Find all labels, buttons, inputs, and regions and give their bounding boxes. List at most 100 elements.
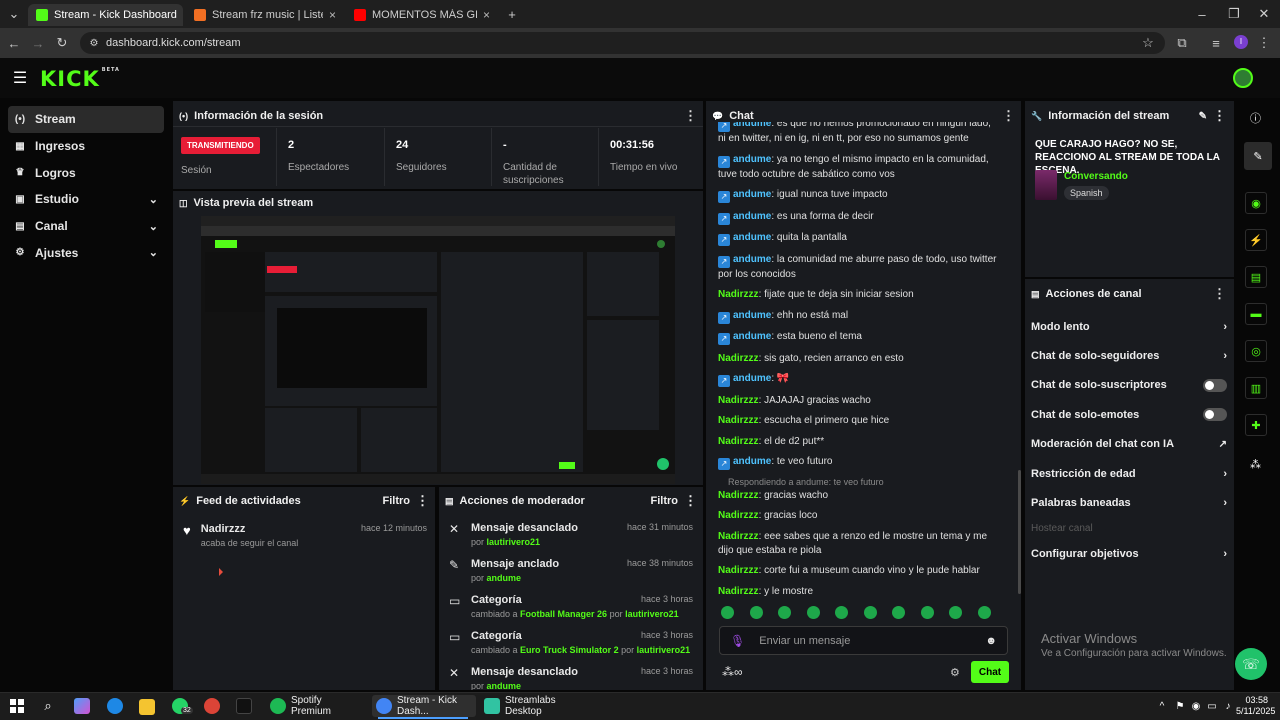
- emoji-picker-icon[interactable]: ☻: [985, 635, 997, 647]
- chat-username[interactable]: andume: [733, 154, 771, 165]
- chat-username[interactable]: Nadirzzz: [718, 510, 759, 521]
- tray-app-icon[interactable]: ⚑: [1172, 698, 1188, 714]
- emote-icon[interactable]: [721, 606, 734, 619]
- chat-username[interactable]: andume: [733, 310, 771, 321]
- copilot-icon[interactable]: [74, 698, 90, 714]
- emote-icon[interactable]: [778, 606, 791, 619]
- chat-bubble-icon[interactable]: ▬: [1245, 303, 1267, 325]
- chat-username[interactable]: andume: [733, 122, 771, 129]
- stream-preview-video[interactable]: [201, 216, 675, 484]
- reload-icon[interactable]: ↻: [54, 35, 70, 51]
- taskbar-chrome-kick[interactable]: Stream - Kick Dash...: [372, 695, 476, 717]
- chat-username[interactable]: Nadirzzz: [718, 490, 759, 501]
- site-info-icon[interactable]: ⚙: [86, 35, 102, 51]
- kick-logo[interactable]: KICK BETA: [40, 67, 120, 91]
- emote-icon[interactable]: [949, 606, 962, 619]
- chat-scrollbar[interactable]: [1018, 470, 1021, 594]
- action-age-restriction[interactable]: Restricción de edad ›: [1031, 459, 1227, 488]
- document-icon[interactable]: ▤: [1245, 266, 1267, 288]
- file-explorer-icon[interactable]: [139, 699, 155, 715]
- emotes-only-toggle[interactable]: [1203, 408, 1227, 422]
- url-input[interactable]: dashboard.kick.com/stream: [80, 32, 1165, 54]
- action-followers-only[interactable]: Chat de solo-seguidores ›: [1031, 341, 1227, 370]
- sidebar-item-estudio[interactable]: ▣ Estudio ⌄: [8, 186, 164, 213]
- media-control-icon[interactable]: ≡: [1208, 35, 1224, 51]
- chat-username[interactable]: andume: [733, 373, 771, 384]
- sidebar-item-canal[interactable]: ▤ Canal ⌄: [8, 213, 164, 240]
- volume-icon[interactable]: ♪: [1220, 698, 1236, 714]
- maximize-icon[interactable]: ❐: [1226, 6, 1242, 22]
- emote-icon[interactable]: [977, 606, 991, 619]
- tiktok-icon[interactable]: [236, 698, 252, 714]
- edge-icon[interactable]: [107, 698, 123, 714]
- new-tab-icon[interactable]: +: [504, 6, 520, 22]
- windows-start-icon[interactable]: [10, 699, 24, 713]
- sidebar-item-stream[interactable]: (•) Stream: [8, 106, 164, 133]
- user-avatar[interactable]: [1233, 68, 1253, 88]
- emote-icon[interactable]: [863, 606, 877, 619]
- send-chat-button[interactable]: Chat: [971, 661, 1009, 683]
- layout-icon[interactable]: ▥: [1245, 377, 1267, 399]
- extensions-icon[interactable]: ⧉: [1174, 35, 1190, 51]
- hamburger-menu-icon[interactable]: ☰: [12, 70, 28, 87]
- chat-username[interactable]: Nadirzzz: [718, 565, 759, 576]
- chat-input[interactable]: 🎙 Enviar un mensaje ☻: [719, 626, 1008, 655]
- sidebar-item-logros[interactable]: ♛ Logros: [8, 159, 164, 186]
- chat-settings-icon[interactable]: ⚙: [950, 666, 960, 679]
- taskbar-spotify[interactable]: Spotify Premium: [266, 695, 364, 717]
- sidebar-item-ingresos[interactable]: ▦ Ingresos: [8, 133, 164, 160]
- feed-filter-button[interactable]: Filtro: [383, 495, 411, 507]
- search-icon[interactable]: ⌕: [40, 698, 56, 714]
- apps-icon[interactable]: ⁂: [1250, 458, 1261, 471]
- minimize-icon[interactable]: –: [1194, 6, 1210, 22]
- action-ai-moderation[interactable]: Moderación del chat con IA ↗: [1031, 430, 1227, 459]
- bookmark-star-icon[interactable]: ☆: [1140, 35, 1156, 51]
- chat-username[interactable]: andume: [733, 331, 771, 342]
- forward-icon[interactable]: →: [30, 35, 46, 51]
- chat-username[interactable]: Nadirzzz: [718, 531, 759, 542]
- chat-username[interactable]: Nadirzzz: [718, 586, 759, 597]
- category-name[interactable]: Conversando: [1064, 171, 1128, 182]
- camera-icon[interactable]: ◉: [1245, 192, 1267, 214]
- tray-app-icon[interactable]: ◉: [1188, 698, 1204, 714]
- close-tab-icon[interactable]: ×: [329, 8, 336, 22]
- broadcast-icon[interactable]: ◎: [1245, 340, 1267, 362]
- browser-tab-youtube[interactable]: MOMENTOS MÁS GRACIOSOS×: [346, 4, 498, 26]
- info-icon[interactable]: ⓘ: [1250, 110, 1261, 126]
- kick-points-icon[interactable]: ⁂∞: [722, 665, 743, 679]
- chrome-icon[interactable]: [204, 698, 220, 714]
- subscribers-only-toggle[interactable]: [1203, 378, 1227, 392]
- tab-search-icon[interactable]: ⌄: [6, 6, 22, 22]
- taskbar-clock[interactable]: 03:58 5/11/2025: [1236, 695, 1275, 717]
- network-icon[interactable]: ▭: [1204, 698, 1220, 714]
- chat-username[interactable]: Nadirzzz: [718, 415, 759, 426]
- mod-filter-button[interactable]: Filtro: [651, 495, 679, 507]
- chat-username[interactable]: andume: [733, 211, 771, 222]
- more-options-icon[interactable]: ⋮: [416, 493, 429, 509]
- close-window-icon[interactable]: ✕: [1256, 6, 1272, 22]
- more-options-icon[interactable]: ⋮: [684, 493, 697, 509]
- more-options-icon[interactable]: ⋮: [1213, 108, 1226, 124]
- browser-tab-soundcloud[interactable]: Stream frz music | Listen to son×: [186, 4, 344, 26]
- emote-icon[interactable]: [920, 606, 934, 619]
- action-banned-words[interactable]: Palabras baneadas ›: [1031, 488, 1227, 517]
- more-options-icon[interactable]: ⋮: [1213, 286, 1226, 302]
- emote-icon[interactable]: [806, 606, 820, 619]
- back-icon[interactable]: ←: [6, 35, 22, 51]
- edit-pencil-icon[interactable]: ✎: [1199, 111, 1207, 122]
- close-tab-icon[interactable]: ×: [483, 8, 490, 22]
- taskbar-streamlabs[interactable]: Streamlabs Desktop: [480, 695, 580, 717]
- emote-icon[interactable]: [835, 606, 848, 619]
- chat-username[interactable]: Nadirzzz: [718, 353, 759, 364]
- wrench-icon[interactable]: ✚: [1245, 414, 1267, 436]
- browser-menu-icon[interactable]: ⋮: [1256, 35, 1272, 51]
- chat-username[interactable]: andume: [733, 189, 771, 200]
- chat-username[interactable]: andume: [733, 254, 771, 265]
- chat-username[interactable]: andume: [733, 232, 771, 243]
- sidebar-item-ajustes[interactable]: ⚙ Ajustes ⌄: [8, 239, 164, 266]
- emote-icon[interactable]: [749, 606, 763, 619]
- chat-username[interactable]: andume: [733, 456, 771, 467]
- lightning-icon[interactable]: ⚡: [1245, 229, 1267, 251]
- microphone-icon[interactable]: 🎙: [730, 634, 745, 648]
- emote-icon[interactable]: [892, 606, 905, 619]
